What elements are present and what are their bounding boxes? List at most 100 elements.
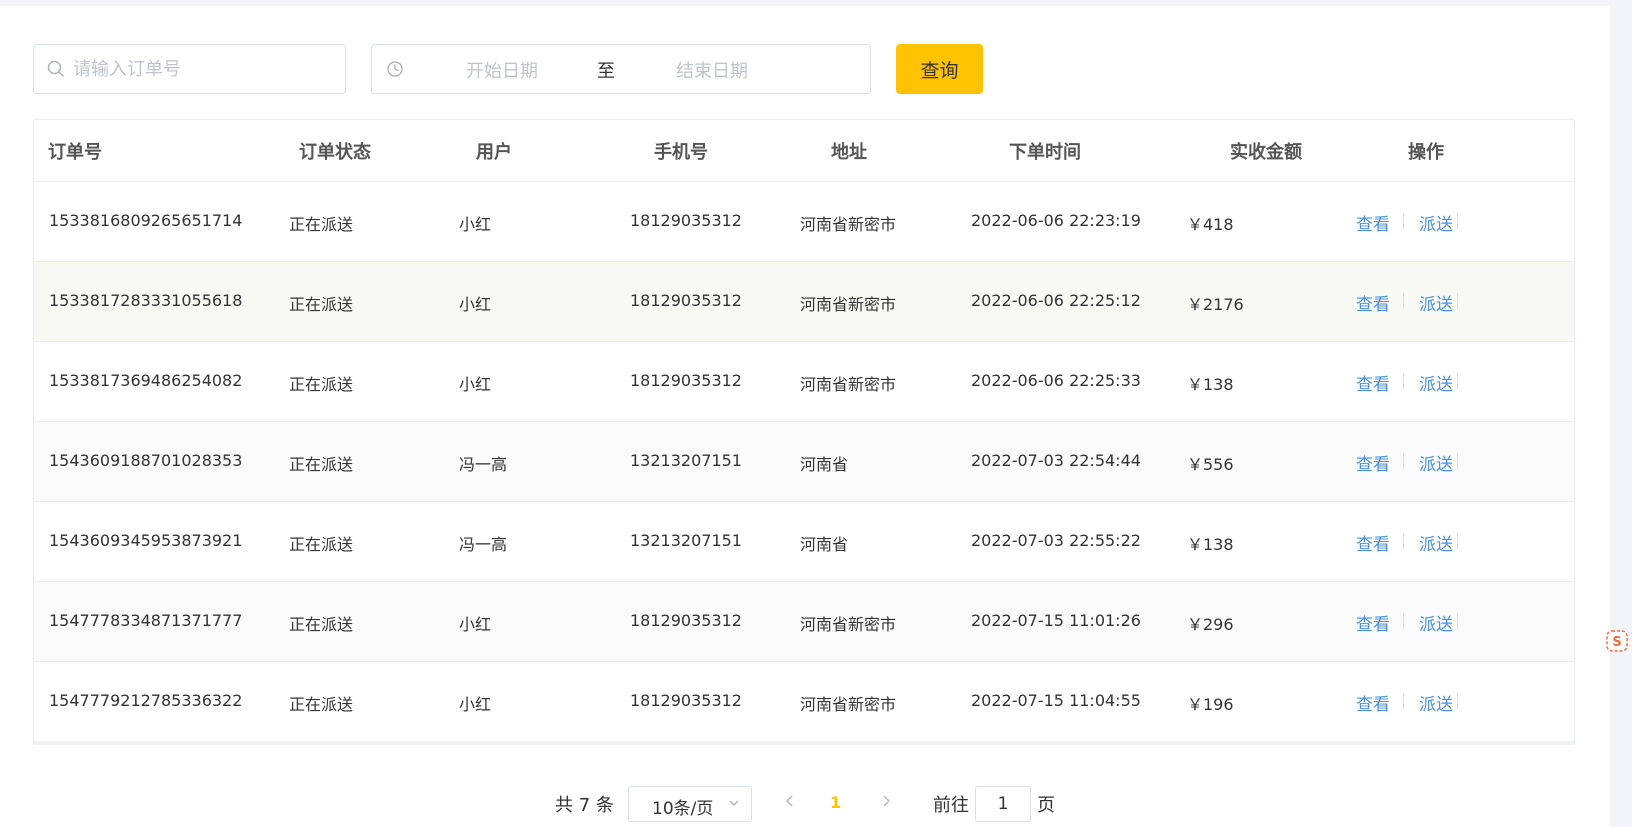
- action-divider: [1403, 453, 1404, 469]
- action-divider: [1403, 613, 1404, 629]
- dispatch-link[interactable]: 派送: [1419, 370, 1453, 395]
- cell-user: 小红: [459, 695, 492, 714]
- cell-phone: 18129035312: [630, 691, 742, 710]
- action-divider: [1457, 613, 1458, 629]
- page-size-value: 10条/页: [652, 799, 714, 819]
- cell-order-time: 2022-07-15 11:01:26: [971, 611, 1141, 630]
- action-divider: [1457, 693, 1458, 709]
- cell-phone: 18129035312: [630, 211, 742, 230]
- cell-status: 正在派送: [289, 215, 354, 234]
- header-phone: 手机号: [654, 142, 708, 163]
- goto-suffix: 页: [1037, 795, 1055, 816]
- cell-order-time: 2022-06-06 22:25:12: [971, 291, 1141, 310]
- header-amount: 实收金额: [1230, 142, 1302, 163]
- cell-order-no: 1547779212785336322: [49, 691, 243, 710]
- table-row: 1547779212785336322 正在派送 小红 18129035312 河南省新…: [34, 662, 1574, 742]
- cell-status: 正在派送: [289, 455, 354, 474]
- cell-phone: 18129035312: [630, 371, 742, 390]
- cell-status: 正在派送: [289, 615, 354, 634]
- table-row: 1543609345953873921 正在派送 冯一高 13213207151 河南省…: [34, 502, 1574, 582]
- page-size-select[interactable]: 10条/页: [628, 786, 752, 822]
- order-search-input[interactable]: [73, 58, 333, 80]
- cell-order-time: 2022-06-06 22:25:33: [971, 371, 1141, 390]
- clock-icon: [386, 60, 404, 78]
- dispatch-link[interactable]: 派送: [1419, 610, 1453, 635]
- cell-amount: ￥196: [1187, 695, 1234, 714]
- cell-address: 河南省: [800, 535, 849, 554]
- cell-user: 小红: [459, 215, 492, 234]
- cell-order-no: 1533817283331055618: [49, 291, 243, 310]
- query-button[interactable]: 查询: [896, 44, 983, 94]
- cell-user: 小红: [459, 295, 492, 314]
- header-status: 订单状态: [299, 142, 371, 163]
- cell-amount: ￥138: [1187, 535, 1234, 554]
- header-address: 地址: [831, 142, 867, 163]
- cell-order-no: 1547778334871371777: [49, 611, 243, 630]
- cell-order-time: 2022-07-15 11:04:55: [971, 691, 1141, 710]
- dispatch-link[interactable]: 派送: [1419, 210, 1453, 235]
- table-bottom-edge: [33, 741, 1575, 745]
- action-divider: [1403, 213, 1404, 229]
- cell-user: 冯一高: [459, 455, 508, 474]
- action-divider: [1403, 293, 1404, 309]
- dispatch-link[interactable]: 派送: [1419, 690, 1453, 715]
- chevron-left-icon[interactable]: [780, 791, 800, 811]
- search-icon: [47, 60, 65, 78]
- view-link[interactable]: 查看: [1356, 610, 1390, 635]
- cell-status: 正在派送: [289, 295, 354, 314]
- cell-user: 冯一高: [459, 535, 508, 554]
- header-actions: 操作: [1408, 142, 1444, 163]
- view-link[interactable]: 查看: [1356, 290, 1390, 315]
- dispatch-link[interactable]: 派送: [1419, 290, 1453, 315]
- action-divider: [1403, 533, 1404, 549]
- range-separator: 至: [597, 61, 615, 82]
- pagination-total: 共 7 条: [555, 795, 614, 816]
- action-divider: [1457, 453, 1458, 469]
- goto-page-input[interactable]: [975, 786, 1031, 822]
- page-number-current[interactable]: 1: [830, 793, 841, 812]
- cell-user: 小红: [459, 615, 492, 634]
- cell-amount: ￥296: [1187, 615, 1234, 634]
- start-date-input[interactable]: 开始日期: [432, 57, 572, 83]
- view-link[interactable]: 查看: [1356, 530, 1390, 555]
- order-search-box[interactable]: [33, 44, 346, 94]
- cell-phone: 13213207151: [630, 531, 742, 550]
- cell-amount: ￥2176: [1187, 295, 1244, 314]
- cell-order-time: 2022-06-06 22:23:19: [971, 211, 1141, 230]
- cell-address: 河南省: [800, 455, 849, 474]
- cell-amount: ￥418: [1187, 215, 1234, 234]
- sogou-ime-icon[interactable]: S: [1606, 630, 1628, 652]
- header-order-no: 订单号: [48, 142, 102, 163]
- end-date-input[interactable]: 结束日期: [642, 57, 782, 83]
- cell-status: 正在派送: [289, 535, 354, 554]
- action-divider: [1457, 293, 1458, 309]
- view-link[interactable]: 查看: [1356, 210, 1390, 235]
- table-row: 1533817283331055618 正在派送 小红 18129035312 河南省新…: [34, 262, 1574, 342]
- orders-table: 订单号 订单状态 用户 手机号 地址 下单时间 实收金额 操作 15338168…: [33, 119, 1575, 745]
- table-row: 1533816809265651714 正在派送 小红 18129035312 河南省新…: [34, 182, 1574, 262]
- header-order-time: 下单时间: [1009, 142, 1081, 163]
- action-divider: [1457, 533, 1458, 549]
- cell-status: 正在派送: [289, 695, 354, 714]
- dispatch-link[interactable]: 派送: [1419, 530, 1453, 555]
- dispatch-link[interactable]: 派送: [1419, 450, 1453, 475]
- view-link[interactable]: 查看: [1356, 450, 1390, 475]
- table-header: 订单号 订单状态 用户 手机号 地址 下单时间 实收金额 操作: [34, 120, 1574, 182]
- date-range-picker[interactable]: 开始日期 至 结束日期: [371, 44, 871, 94]
- cell-address: 河南省新密市: [800, 295, 897, 314]
- cell-amount: ￥138: [1187, 375, 1234, 394]
- svg-text:S: S: [1612, 635, 1621, 650]
- right-scroll-area: [1610, 0, 1632, 827]
- goto-label: 前往: [933, 795, 969, 816]
- chevron-right-icon[interactable]: [876, 791, 896, 811]
- cell-address: 河南省新密市: [800, 695, 897, 714]
- action-divider: [1403, 693, 1404, 709]
- view-link[interactable]: 查看: [1356, 370, 1390, 395]
- view-link[interactable]: 查看: [1356, 690, 1390, 715]
- cell-order-no: 1533817369486254082: [49, 371, 243, 390]
- action-divider: [1457, 213, 1458, 229]
- table-row: 1533817369486254082 正在派送 小红 18129035312 河南省新…: [34, 342, 1574, 422]
- chevron-down-icon: [727, 795, 741, 814]
- cell-address: 河南省新密市: [800, 215, 897, 234]
- cell-order-no: 1543609188701028353: [49, 451, 243, 470]
